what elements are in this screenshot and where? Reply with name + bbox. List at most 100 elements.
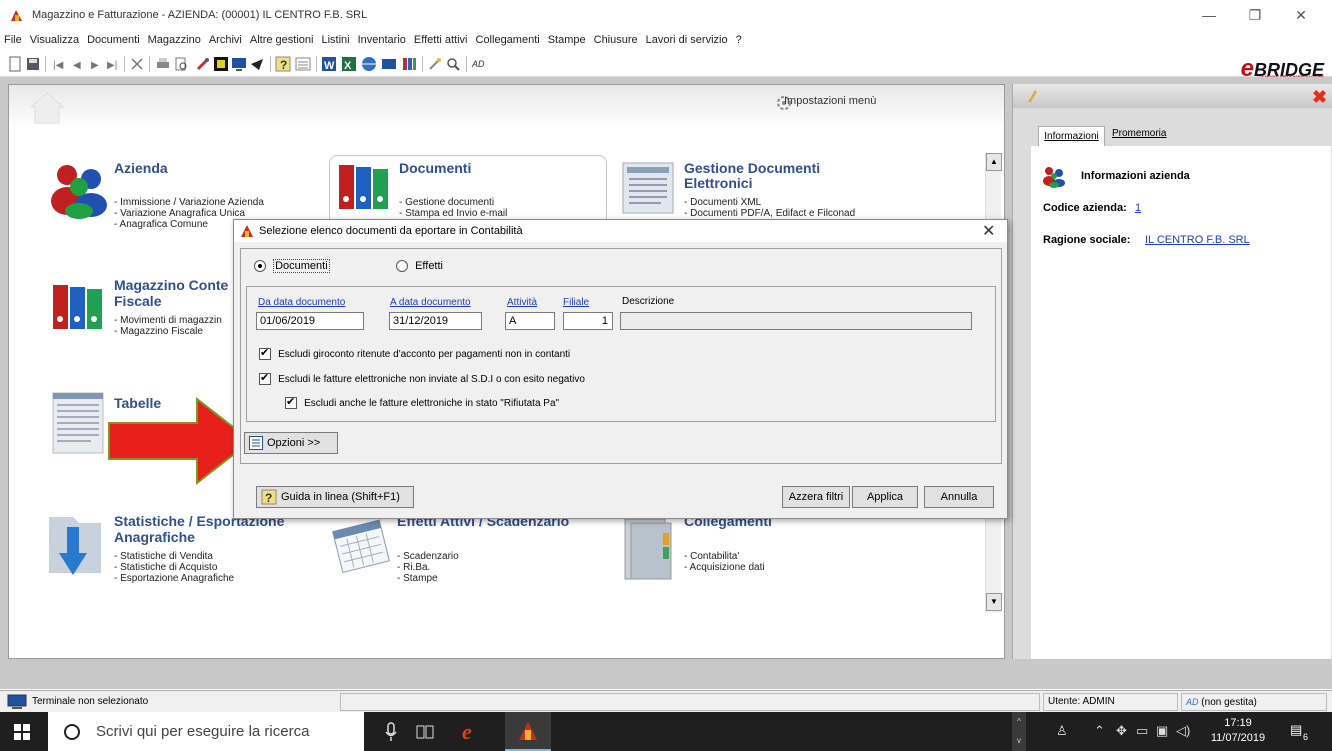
scroll-up-icon[interactable]: ▲ bbox=[986, 153, 1002, 171]
chk-escludi-rifiutata[interactable]: Escludi anche le fatture elettroniche in… bbox=[285, 395, 559, 410]
a-data-link[interactable]: A data documento bbox=[390, 297, 471, 308]
chk-fatture-box[interactable] bbox=[259, 371, 271, 386]
module-azienda-title[interactable]: Azienda bbox=[114, 160, 168, 176]
da-data-input[interactable]: 01/06/2019 bbox=[256, 312, 364, 330]
new-icon[interactable] bbox=[6, 55, 24, 73]
module-documenti-title[interactable]: Documenti bbox=[399, 160, 471, 176]
prev-record-icon[interactable]: ◀ bbox=[68, 55, 86, 73]
module-gde-title-1[interactable]: Gestione Documenti bbox=[684, 160, 820, 176]
taskbar-clock[interactable]: 17:19 11/07/2019 bbox=[1208, 716, 1268, 746]
attivita-input[interactable]: A bbox=[505, 312, 555, 330]
browser-icon[interactable] bbox=[360, 55, 378, 73]
minimize-icon[interactable]: — bbox=[1186, 4, 1232, 26]
menu-listini[interactable]: Listini bbox=[321, 34, 349, 46]
tab-informazioni[interactable]: Informazioni bbox=[1038, 126, 1105, 146]
statistiche-item-1[interactable]: - Statistiche di Vendita bbox=[114, 551, 213, 562]
filiale-input[interactable]: 1 bbox=[563, 312, 613, 330]
pin-panel-icon[interactable] bbox=[1025, 88, 1039, 104]
ie-taskbar-icon[interactable]: e bbox=[460, 720, 482, 742]
print-icon[interactable] bbox=[154, 55, 172, 73]
task-view-icon[interactable] bbox=[416, 723, 434, 741]
effetti-item-1[interactable]: - Scadenzario bbox=[397, 551, 459, 562]
magazzino-binders-icon[interactable] bbox=[51, 281, 105, 333]
app-taskbar-button[interactable] bbox=[505, 712, 551, 751]
menu-archivi[interactable]: Archivi bbox=[209, 34, 242, 46]
radio-effetti[interactable]: Effetti bbox=[396, 260, 443, 273]
chk-giroconto-box[interactable] bbox=[259, 346, 271, 361]
radio-documenti-dot[interactable] bbox=[254, 260, 266, 273]
menu-file[interactable]: File bbox=[4, 34, 22, 46]
gde-item-2[interactable]: - Documenti PDF/A, Edifact e Filconad bbox=[684, 208, 855, 219]
desktop-peek-arrows[interactable]: ^ v bbox=[1012, 712, 1026, 751]
magic-icon[interactable] bbox=[426, 55, 444, 73]
window-icon[interactable] bbox=[212, 55, 230, 73]
documenti-binders-icon[interactable] bbox=[337, 161, 391, 213]
microphone-icon[interactable] bbox=[384, 722, 398, 742]
module-statistiche-title-2[interactable]: Anagrafiche bbox=[114, 529, 195, 545]
annulla-button[interactable]: Annulla bbox=[924, 486, 994, 508]
first-record-icon[interactable]: |◀ bbox=[50, 55, 68, 73]
magazzino-item-1[interactable]: - Movimenti di magazzin bbox=[114, 315, 222, 326]
delete-icon[interactable] bbox=[128, 55, 146, 73]
menu-visualizza[interactable]: Visualizza bbox=[30, 34, 79, 46]
tab-promemoria[interactable]: Promemoria bbox=[1112, 128, 1166, 139]
taskbar-search-box[interactable]: Scrivi qui per eseguire la ricerca bbox=[48, 712, 364, 751]
word-icon[interactable]: W bbox=[320, 55, 338, 73]
radio-effetti-dot[interactable] bbox=[396, 260, 408, 273]
menu-lavori-di-servizio[interactable]: Lavori di servizio bbox=[646, 34, 728, 46]
last-record-icon[interactable]: ▶| bbox=[104, 55, 122, 73]
guida-button[interactable]: ? Guida in linea (Shift+F1) bbox=[256, 486, 414, 508]
scroll-down-icon[interactable]: ▼ bbox=[986, 593, 1002, 611]
applica-button[interactable]: Applica bbox=[852, 486, 918, 508]
collegamenti-item-2[interactable]: - Acquisizione dati bbox=[684, 562, 765, 573]
effetti-item-2[interactable]: - Ri.Ba. bbox=[397, 562, 430, 573]
action-center-icon[interactable]: ▤ bbox=[1290, 722, 1312, 742]
documenti-item-1[interactable]: - Gestione documenti bbox=[399, 197, 494, 208]
azienda-item-1[interactable]: - Immissione / Variazione Azienda bbox=[114, 197, 264, 208]
collegamenti-folders-icon[interactable] bbox=[619, 513, 679, 585]
ad-icon[interactable]: AD bbox=[472, 55, 490, 73]
a-data-input[interactable]: 31/12/2019 bbox=[389, 312, 482, 330]
list-icon[interactable] bbox=[294, 55, 312, 73]
next-record-icon[interactable]: ▶ bbox=[86, 55, 104, 73]
statistiche-export-icon[interactable] bbox=[45, 513, 105, 583]
azienda-item-2[interactable]: - Variazione Anagrafica Unica bbox=[114, 208, 245, 219]
magazzino-item-2[interactable]: - Magazzino Fiscale bbox=[114, 326, 203, 337]
close-window-icon[interactable]: ✕ bbox=[1278, 4, 1324, 26]
menu-settings-link[interactable]: Impostazioni menù bbox=[784, 95, 876, 107]
codice-value-link[interactable]: 1 bbox=[1135, 202, 1141, 214]
menu-altre-gestioni[interactable]: Altre gestioni bbox=[250, 34, 314, 46]
search-icon[interactable] bbox=[444, 55, 462, 73]
chk-escludi-fatture[interactable]: Escludi le fatture elettroniche non invi… bbox=[259, 371, 585, 386]
menu-stampe[interactable]: Stampe bbox=[548, 34, 586, 46]
menu-collegamenti[interactable]: Collegamenti bbox=[476, 34, 540, 46]
save-icon[interactable] bbox=[24, 55, 42, 73]
filiale-link[interactable]: Filiale bbox=[563, 297, 589, 308]
menu-magazzino[interactable]: Magazzino bbox=[148, 34, 201, 46]
opzioni-button[interactable]: Opzioni >> bbox=[244, 432, 338, 454]
dropbox-icon[interactable]: ✥ bbox=[1116, 723, 1127, 739]
show-hidden-icons[interactable]: ⌃ bbox=[1094, 723, 1105, 739]
volume-icon[interactable]: ◁) bbox=[1176, 723, 1190, 739]
module-gde-title-2[interactable]: Elettronici bbox=[684, 175, 752, 191]
module-magazzino-title-1[interactable]: Magazzino Conte bbox=[114, 277, 228, 293]
ragione-value-link[interactable]: IL CENTRO F.B. SRL bbox=[1145, 234, 1250, 246]
calendar-icon[interactable] bbox=[329, 513, 395, 579]
module-magazzino-title-2[interactable]: Fiscale bbox=[114, 293, 161, 309]
windows-start-icon[interactable] bbox=[14, 724, 30, 740]
close-panel-icon[interactable]: ✖ bbox=[1312, 87, 1327, 108]
maximize-icon[interactable]: ❐ bbox=[1232, 4, 1278, 26]
radio-documenti[interactable]: Documenti bbox=[254, 259, 330, 273]
dialog-close-icon[interactable]: ✕ bbox=[982, 221, 995, 241]
chk-rifiutata-box[interactable] bbox=[285, 395, 297, 410]
attivita-link[interactable]: Attività bbox=[507, 297, 537, 308]
menu-chiusure[interactable]: Chiusure bbox=[594, 34, 638, 46]
documenti-elettronici-icon[interactable] bbox=[621, 161, 679, 217]
home-icon[interactable] bbox=[27, 89, 67, 125]
effetti-item-3[interactable]: - Stampe bbox=[397, 573, 438, 584]
excel-icon[interactable]: X bbox=[340, 55, 358, 73]
collegamenti-item-1[interactable]: - Contabilita' bbox=[684, 551, 739, 562]
da-data-link[interactable]: Da data documento bbox=[258, 297, 345, 308]
statistiche-item-3[interactable]: - Esportazione Anagrafiche bbox=[114, 573, 234, 584]
battery-icon[interactable]: ▭ bbox=[1136, 723, 1148, 739]
